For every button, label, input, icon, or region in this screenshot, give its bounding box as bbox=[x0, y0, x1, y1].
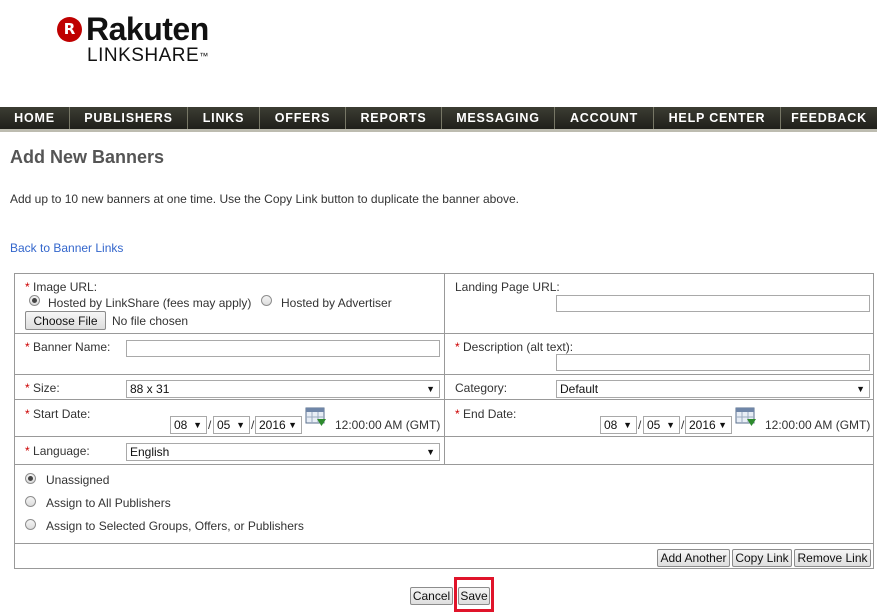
hosted-advertiser-label: Hosted by Advertiser bbox=[281, 296, 392, 310]
hosted-advertiser-radio[interactable] bbox=[261, 295, 272, 306]
dropdown-arrow-icon: ▼ bbox=[288, 420, 297, 430]
description-input[interactable] bbox=[556, 354, 870, 371]
banner-name-label: * Banner Name: bbox=[25, 340, 111, 354]
logo-subtitle: LINKSHARE™ bbox=[87, 45, 209, 66]
language-select[interactable]: English ▼ bbox=[126, 443, 440, 461]
nav-messaging[interactable]: MESSAGING bbox=[442, 107, 555, 129]
row-divider bbox=[15, 464, 873, 465]
nav-feedback[interactable]: FEEDBACK bbox=[781, 107, 877, 129]
end-time-text: 12:00:00 AM (GMT) bbox=[765, 418, 871, 432]
image-url-label: * Image URL: bbox=[25, 280, 98, 294]
date-separator: / bbox=[681, 418, 685, 432]
dropdown-arrow-icon: ▼ bbox=[236, 420, 245, 430]
page-title: Add New Banners bbox=[10, 147, 165, 167]
start-year-select[interactable]: 2016 ▼ bbox=[255, 416, 302, 434]
hosted-linkshare-label: Hosted by LinkShare (fees may apply) bbox=[48, 296, 252, 310]
assign-all-publishers-label: Assign to All Publishers bbox=[46, 496, 171, 510]
nav-publishers[interactable]: PUBLISHERS bbox=[70, 107, 188, 129]
size-select[interactable]: 88 x 31 ▼ bbox=[126, 380, 440, 398]
banner-name-input[interactable] bbox=[126, 340, 440, 357]
landing-page-url-label: Landing Page URL: bbox=[455, 280, 560, 294]
dropdown-arrow-icon: ▼ bbox=[623, 420, 632, 430]
end-day-select[interactable]: 05 ▼ bbox=[643, 416, 680, 434]
remove-link-button[interactable]: Remove Link bbox=[794, 549, 871, 567]
row-divider bbox=[15, 436, 873, 437]
assign-all-publishers-radio[interactable] bbox=[25, 496, 36, 507]
category-label: Category: bbox=[455, 381, 508, 395]
add-banner-form: * Image URL: Hosted by LinkShare (fees m… bbox=[14, 273, 874, 569]
row-divider bbox=[15, 374, 873, 375]
nav-links[interactable]: LINKS bbox=[188, 107, 260, 129]
page-intro: Add up to 10 new banners at one time. Us… bbox=[10, 192, 520, 206]
copy-link-button[interactable]: Copy Link bbox=[732, 549, 792, 567]
logo-wordmark: Rakuten bbox=[86, 11, 209, 47]
rakuten-r-icon: R bbox=[57, 16, 82, 42]
row-divider bbox=[15, 333, 873, 334]
start-month-select[interactable]: 08 ▼ bbox=[170, 416, 207, 434]
rakuten-linkshare-logo[interactable]: R Rakuten LINKSHARE™ bbox=[57, 13, 209, 67]
dropdown-arrow-icon: ▼ bbox=[718, 420, 727, 430]
size-label: * Size: bbox=[25, 381, 60, 395]
end-date-calendar-icon[interactable] bbox=[735, 407, 757, 427]
row-divider bbox=[15, 543, 873, 544]
dropdown-arrow-icon: ▼ bbox=[856, 384, 865, 394]
assign-selected-radio[interactable] bbox=[25, 519, 36, 530]
date-separator: / bbox=[208, 418, 212, 432]
choose-file-button[interactable]: Choose File bbox=[25, 311, 106, 330]
end-month-select[interactable]: 08 ▼ bbox=[600, 416, 637, 434]
end-date-label: * End Date: bbox=[455, 407, 517, 421]
dropdown-arrow-icon: ▼ bbox=[426, 447, 435, 457]
landing-page-url-input[interactable] bbox=[556, 295, 870, 312]
add-another-button[interactable]: Add Another bbox=[657, 549, 730, 567]
date-separator: / bbox=[251, 418, 255, 432]
main-nav: HOME PUBLISHERS LINKS OFFERS REPORTS MES… bbox=[0, 107, 877, 132]
hosted-linkshare-radio[interactable] bbox=[29, 295, 40, 306]
save-button[interactable]: Save bbox=[458, 587, 490, 605]
description-label: * Description (alt text): bbox=[455, 340, 574, 354]
unassigned-label: Unassigned bbox=[46, 473, 110, 487]
end-year-select[interactable]: 2016 ▼ bbox=[685, 416, 732, 434]
nav-home[interactable]: HOME bbox=[0, 107, 70, 129]
row-divider bbox=[15, 399, 873, 400]
unassigned-radio[interactable] bbox=[25, 473, 36, 484]
nav-reports[interactable]: REPORTS bbox=[346, 107, 442, 129]
start-time-text: 12:00:00 AM (GMT) bbox=[335, 418, 441, 432]
start-date-label: * Start Date: bbox=[25, 407, 91, 421]
dropdown-arrow-icon: ▼ bbox=[193, 420, 202, 430]
date-separator: / bbox=[638, 418, 642, 432]
start-date-calendar-icon[interactable] bbox=[305, 407, 327, 427]
category-select[interactable]: Default ▼ bbox=[556, 380, 870, 398]
dropdown-arrow-icon: ▼ bbox=[426, 384, 435, 394]
language-label: * Language: bbox=[25, 444, 90, 458]
assign-selected-label: Assign to Selected Groups, Offers, or Pu… bbox=[46, 519, 304, 533]
start-day-select[interactable]: 05 ▼ bbox=[213, 416, 250, 434]
nav-account[interactable]: ACCOUNT bbox=[555, 107, 654, 129]
nav-help-center[interactable]: HELP CENTER bbox=[654, 107, 781, 129]
nav-offers[interactable]: OFFERS bbox=[260, 107, 346, 129]
cancel-button[interactable]: Cancel bbox=[410, 587, 453, 605]
back-to-banner-links-link[interactable]: Back to Banner Links bbox=[10, 241, 123, 255]
dropdown-arrow-icon: ▼ bbox=[666, 420, 675, 430]
no-file-chosen-text: No file chosen bbox=[112, 314, 189, 328]
